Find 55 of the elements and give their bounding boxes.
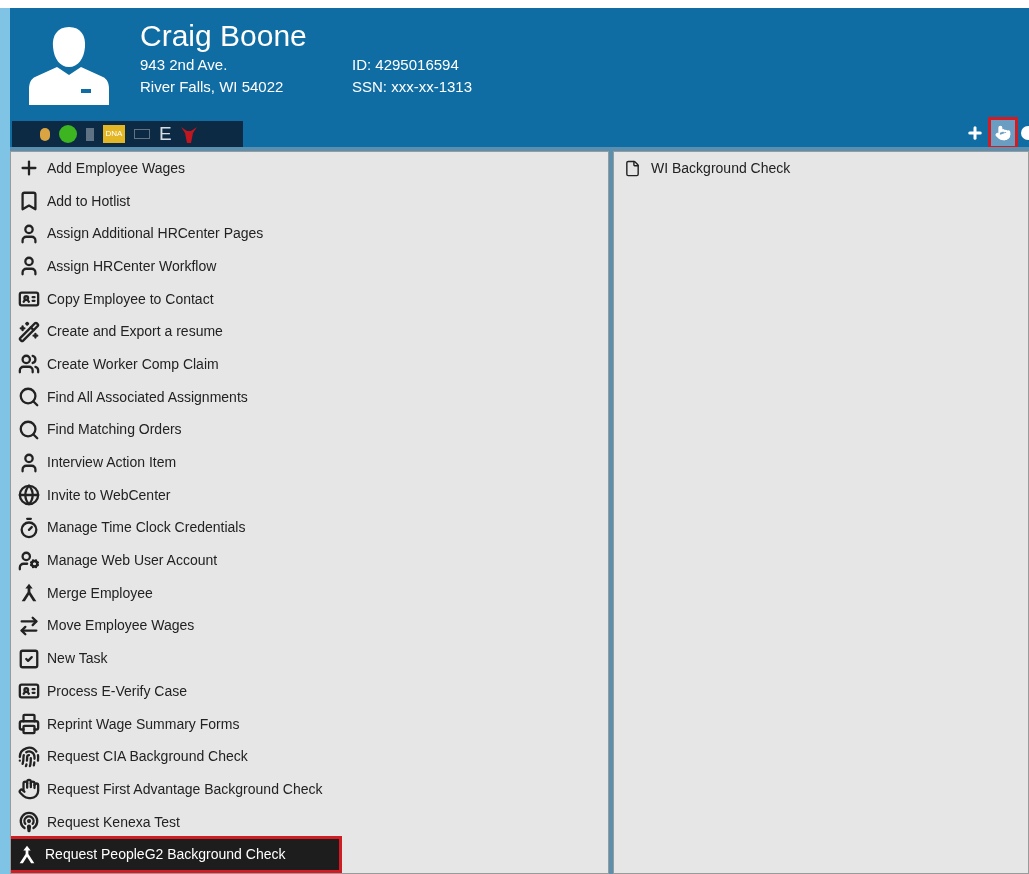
action-item[interactable]: Request Kenexa Test: [11, 805, 608, 839]
action-item[interactable]: Add to Hotlist: [11, 184, 608, 218]
person-icon: [18, 222, 40, 245]
action-item[interactable]: Request CIA Background Check: [11, 740, 608, 774]
employee-id: ID: 4295016594: [352, 55, 460, 75]
coin-icon[interactable]: [40, 127, 50, 141]
bull-icon[interactable]: [180, 125, 197, 143]
action-item[interactable]: Move Employee Wages: [11, 609, 608, 643]
bookmark-icon: [18, 190, 40, 213]
action-item[interactable]: Create Worker Comp Claim: [11, 348, 608, 381]
broadcast-icon: [18, 811, 40, 834]
action-item[interactable]: Request First Advantage Background Check: [11, 773, 608, 806]
action-item[interactable]: Add Employee Wages: [11, 152, 608, 185]
action-item[interactable]: Copy Employee to Contact: [11, 282, 608, 316]
person-icon: [18, 255, 40, 278]
document-icon[interactable]: [86, 127, 94, 141]
globe-icon: [18, 484, 40, 507]
printer-icon: [18, 713, 40, 736]
action-item[interactable]: Assign HRCenter Workflow: [11, 250, 608, 283]
user-gear-icon: [18, 549, 40, 572]
search-icon: [18, 418, 40, 441]
plus-icon: [966, 124, 984, 142]
card-icon[interactable]: [134, 129, 150, 139]
address-line: River Falls, WI 54022: [140, 77, 285, 97]
action-item[interactable]: New Task: [11, 642, 608, 675]
letter-badge[interactable]: E: [159, 124, 172, 144]
action-item[interactable]: Manage Web User Account: [11, 544, 608, 577]
action-item[interactable]: Invite to WebCenter: [11, 478, 608, 512]
document-item[interactable]: WI Background Check: [614, 157, 1028, 179]
action-item[interactable]: Find All Associated Assignments: [11, 380, 608, 414]
fingerprint-icon: [18, 745, 40, 768]
search-icon: [18, 386, 40, 409]
pointer-button[interactable]: [991, 120, 1015, 146]
address-line: 943 2nd Ave.: [140, 55, 229, 75]
action-item[interactable]: Request PeopleG2 Background Check: [11, 838, 340, 872]
people-icon: [18, 353, 40, 376]
action-item[interactable]: Process E-Verify Case: [11, 675, 608, 708]
checkbox-icon: [18, 647, 40, 670]
employee-name: Craig Boone: [140, 18, 308, 54]
hand-icon: [18, 778, 40, 801]
action-item[interactable]: Merge Employee: [11, 576, 608, 610]
ssn-text: SSN: xxx-xx-1313: [352, 77, 473, 97]
action-item[interactable]: Find Matching Orders: [11, 413, 608, 447]
swap-arrows-icon: [18, 614, 40, 637]
pointer-hand-icon: [995, 125, 1011, 141]
person-icon: [18, 451, 40, 474]
action-item[interactable]: Reprint Wage Summary Forms: [11, 707, 608, 741]
file-icon: [624, 159, 641, 177]
action-item[interactable]: Manage Time Clock Credentials: [11, 511, 608, 545]
action-item[interactable]: Create and Export a resume: [11, 315, 608, 349]
timer-icon: [18, 516, 40, 539]
action-item[interactable]: Assign Additional HRCenter Pages: [11, 217, 608, 251]
avatar-icon: [28, 25, 110, 105]
action-item[interactable]: Interview Action Item: [11, 446, 608, 479]
wand-icon: [18, 320, 40, 343]
